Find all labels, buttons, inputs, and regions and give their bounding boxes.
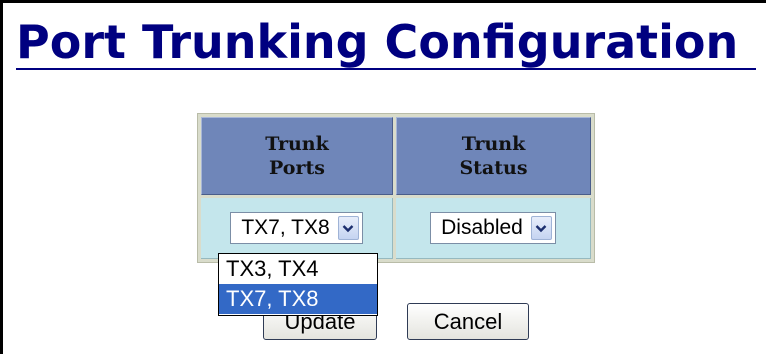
- header-trunk-ports-line2: Ports: [269, 157, 325, 179]
- table-header-row: Trunk Ports Trunk Status: [201, 117, 591, 195]
- trunk-config-table: Trunk Ports Trunk Status TX7, TX8 Disabl…: [197, 113, 595, 263]
- header-trunk-ports-line1: Trunk: [265, 133, 329, 155]
- table-row: TX7, TX8 Disabled: [201, 198, 591, 259]
- trunk-ports-dropdown-list: TX3, TX4 TX7, TX8: [218, 253, 378, 316]
- header-trunk-ports: Trunk Ports: [201, 117, 393, 195]
- dropdown-option-tx3-tx4[interactable]: TX3, TX4: [219, 254, 377, 284]
- trunk-status-select-value: Disabled: [441, 216, 523, 239]
- trunk-ports-select[interactable]: TX7, TX8: [230, 212, 363, 244]
- trunk-ports-select-value: TX7, TX8: [241, 216, 330, 239]
- header-trunk-status: Trunk Status: [396, 117, 591, 195]
- cancel-button[interactable]: Cancel: [407, 303, 529, 340]
- dropdown-option-tx7-tx8[interactable]: TX7, TX8: [219, 284, 377, 314]
- trunk-status-select[interactable]: Disabled: [430, 212, 556, 244]
- chevron-down-icon[interactable]: [530, 216, 552, 240]
- page-title: Port Trunking Configuration: [16, 15, 739, 69]
- trunk-status-cell: Disabled: [396, 198, 591, 259]
- title-underline: [16, 68, 756, 70]
- header-trunk-status-line1: Trunk: [461, 133, 526, 155]
- chevron-down-icon[interactable]: [337, 216, 359, 240]
- trunk-ports-cell: TX7, TX8: [201, 198, 393, 259]
- header-trunk-status-line2: Status: [459, 157, 528, 179]
